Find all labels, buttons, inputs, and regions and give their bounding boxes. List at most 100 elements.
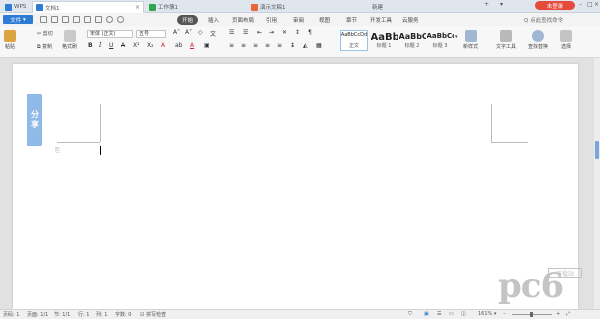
distribute-icon[interactable]: ≡ — [277, 42, 282, 49]
copy-button[interactable]: ⧉ 复制 — [37, 43, 52, 50]
phonetic-icon[interactable]: 文 — [210, 29, 216, 38]
show-marks-icon[interactable]: ¶ — [308, 29, 312, 36]
menu-references[interactable]: 引用 — [266, 16, 277, 24]
numbering-icon[interactable]: ☰ — [243, 29, 248, 36]
status-col: 列: 1 — [96, 312, 108, 318]
menu-developer[interactable]: 开发工具 — [370, 16, 392, 24]
text-cursor — [100, 146, 101, 155]
highlight-icon[interactable]: ab — [175, 42, 183, 49]
justify-icon[interactable]: ≡ — [265, 42, 270, 49]
zoom-out-icon[interactable]: – — [503, 311, 506, 317]
vertical-scrollbar[interactable] — [594, 58, 600, 309]
command-search[interactable]: Q 点此查找命令 — [524, 16, 563, 24]
clear-format-icon[interactable]: ◇ — [198, 29, 203, 36]
share-sidebar-button[interactable]: 分享 — [27, 94, 42, 146]
shading-icon[interactable]: ◭ — [303, 42, 308, 49]
tab-wps-home[interactable]: WPS — [2, 1, 30, 13]
page-view-icon[interactable]: ▣ — [424, 311, 429, 317]
print-preview-icon[interactable] — [84, 16, 91, 23]
paste-button[interactable]: 粘贴 — [4, 30, 16, 50]
open-folder-icon[interactable] — [51, 16, 58, 23]
login-badge[interactable]: 未登录 — [535, 1, 575, 10]
undo-icon[interactable] — [106, 16, 113, 23]
font-color-icon[interactable]: A — [161, 42, 165, 49]
menu-cloud[interactable]: 云服务 — [402, 16, 419, 24]
zoom-level[interactable]: 161% ▾ — [478, 311, 496, 317]
document-page[interactable]: ⎘ — [13, 64, 578, 309]
chinese-layout-icon[interactable]: ✕ — [282, 29, 287, 36]
format-painter-button[interactable]: 格式刷 — [62, 30, 77, 50]
border-char-icon[interactable]: ▣ — [204, 42, 210, 49]
magnifier-icon — [532, 30, 544, 42]
styles-scroll-icon[interactable]: ▾ — [455, 34, 458, 40]
text-tools-button[interactable]: 文字工具 — [496, 30, 516, 50]
char-shading-icon[interactable]: A — [190, 42, 194, 49]
shrink-font-icon[interactable]: A˅ — [185, 29, 192, 36]
borders-icon[interactable]: ▦ — [316, 42, 322, 49]
decrease-indent-icon[interactable]: ⇤ — [257, 29, 262, 36]
writer-doc-icon — [36, 4, 43, 11]
superscript-icon[interactable]: X² — [133, 42, 140, 49]
style-preview: AaBbCc — [426, 32, 454, 40]
menu-review[interactable]: 审阅 — [293, 16, 304, 24]
text-tools-label: 文字工具 — [496, 44, 517, 50]
menu-sections[interactable]: 章节 — [346, 16, 357, 24]
minimize-icon[interactable]: – — [579, 1, 582, 8]
status-section: 节: 1/1 — [54, 312, 71, 318]
menu-insert[interactable]: 插入 — [208, 16, 219, 24]
select-button[interactable]: 选择 — [560, 30, 572, 50]
grow-font-icon[interactable]: A˄ — [173, 29, 180, 36]
style-heading-1[interactable]: AaBb 标题 1 — [370, 30, 398, 51]
fit-width-icon[interactable]: ⤢ — [566, 311, 570, 317]
style-heading-3[interactable]: AaBbCc 标题 3 — [426, 30, 454, 51]
new-tab-plus-icon[interactable]: + — [484, 1, 489, 8]
sort-icon[interactable]: ↕ — [295, 29, 300, 36]
status-words[interactable]: 字数: 0 — [115, 311, 131, 318]
underline-icon[interactable]: U — [109, 42, 113, 49]
italic-icon[interactable]: I — [99, 42, 101, 49]
find-replace-button[interactable]: 查找替换 — [528, 30, 548, 50]
line-spacing-icon[interactable]: ↨ — [290, 42, 295, 49]
align-center-icon[interactable]: ≡ — [241, 42, 246, 49]
bullets-icon[interactable]: ☰ — [229, 29, 234, 36]
close-window-icon[interactable]: × — [594, 1, 599, 8]
align-right-icon[interactable]: ≡ — [253, 42, 258, 49]
menu-page-layout[interactable]: 页面布局 — [232, 16, 254, 24]
zoom-in-icon[interactable]: + — [556, 311, 560, 317]
spell-check-toggle[interactable]: ☑ 拼写检查 — [140, 311, 166, 318]
file-menu-button[interactable]: 文件 ▾ — [3, 15, 33, 24]
save-icon[interactable] — [62, 16, 69, 23]
format-painter-label: 格式刷 — [62, 44, 78, 50]
menu-home[interactable]: 开始 — [177, 15, 199, 25]
font-name-select[interactable]: 宋体 (正文) — [87, 30, 133, 38]
style-preview: AaBbCcDd — [340, 32, 368, 38]
font-size-select[interactable]: 五号 — [136, 30, 166, 38]
zoom-slider-knob[interactable] — [530, 312, 533, 317]
bold-icon[interactable]: B — [88, 42, 93, 49]
tab-list-icon[interactable]: ▾ — [500, 1, 503, 8]
style-heading-2[interactable]: AaBbC 标题 2 — [398, 30, 426, 51]
tab-document1[interactable]: 文档1 × — [32, 1, 144, 13]
subscript-icon[interactable]: X₂ — [147, 42, 154, 49]
export-pdf-icon[interactable] — [95, 16, 102, 23]
print-icon[interactable] — [73, 16, 80, 23]
outline-view-icon[interactable]: ☰ — [437, 311, 441, 317]
close-icon[interactable]: × — [135, 4, 140, 11]
tab-workbook1[interactable]: 工作簿1 — [146, 1, 246, 13]
increase-indent-icon[interactable]: ⇥ — [269, 29, 274, 36]
scrollbar-thumb[interactable] — [595, 141, 599, 159]
web-view-icon[interactable]: ◫ — [461, 311, 466, 317]
read-view-icon[interactable]: ▭ — [449, 311, 454, 317]
redo-icon[interactable] — [117, 16, 124, 23]
tab-presentation1[interactable]: 演示文稿1 — [248, 1, 348, 13]
maximize-icon[interactable]: □ — [587, 1, 593, 8]
tab-new[interactable]: 新建 — [372, 1, 402, 13]
protect-icon[interactable]: ⛉ — [408, 311, 412, 317]
menu-view[interactable]: 视图 — [319, 16, 330, 24]
new-style-button[interactable]: 新样式 — [463, 30, 478, 50]
new-doc-icon[interactable] — [40, 16, 47, 23]
cut-button[interactable]: ✂ 剪切 — [37, 30, 53, 37]
style-normal[interactable]: AaBbCcDd 正文 — [340, 30, 368, 51]
strikethrough-icon[interactable]: A — [121, 42, 125, 49]
align-left-icon[interactable]: ≡ — [229, 42, 234, 49]
